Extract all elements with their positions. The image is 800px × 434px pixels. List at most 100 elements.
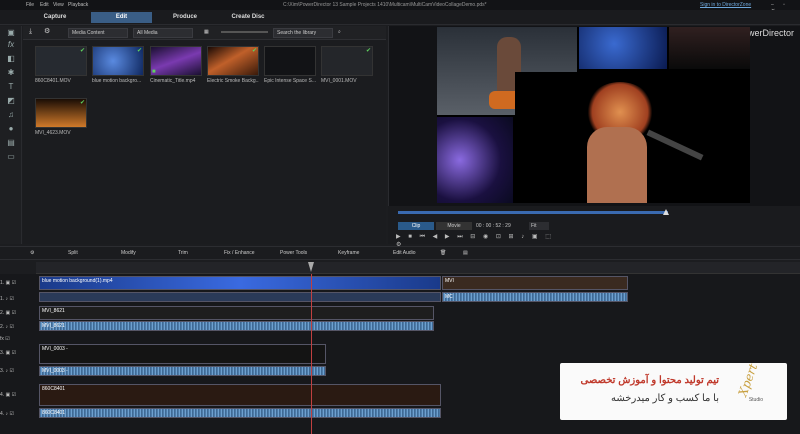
track-header: 1. ♪ ☑ bbox=[0, 296, 14, 302]
clip-label: MVI_8621 bbox=[42, 323, 65, 329]
library-item-label: Epic Intense Space S... bbox=[264, 78, 316, 84]
clip-label: MVI_0003 - bbox=[42, 346, 68, 352]
video-clip[interactable]: blue motion background(1).mp4 bbox=[39, 276, 441, 290]
clip-label: 860C8401 bbox=[42, 386, 66, 392]
library-item-label: Cinematic_Title.mp4 bbox=[150, 78, 196, 84]
playback-scrubber[interactable] bbox=[398, 211, 668, 214]
title-room-icon[interactable]: T bbox=[6, 82, 16, 92]
power-tools-button[interactable]: Power Tools bbox=[280, 250, 307, 256]
thumbnail: ✔ bbox=[35, 46, 87, 76]
track-number: 3. bbox=[0, 350, 5, 356]
watermark-line2: با ما کسب و کار میدرخشه bbox=[610, 393, 719, 404]
tab-produce[interactable]: Produce bbox=[160, 12, 210, 23]
track-number: 4. bbox=[0, 411, 5, 417]
thumbnail: ✔ bbox=[321, 46, 373, 76]
movie-mode-tab[interactable]: Movie bbox=[436, 222, 472, 230]
title-bar: File Edit View Playback C:\Xim\PowerDire… bbox=[0, 0, 800, 14]
transport-buttons[interactable]: ▶ ■ ⏮ ◀ ▶ ⏭ ⊟ ◉ ⊡ ⊞ ♪ ▣ ⬚ ⚙ bbox=[396, 233, 566, 248]
keyframe-button[interactable]: Keyframe bbox=[338, 250, 359, 256]
signin-link[interactable]: Sign in to DirectorZone bbox=[700, 2, 751, 8]
fix-enhance-button[interactable]: Fix / Enhance bbox=[224, 250, 255, 256]
pip-room-icon[interactable]: ◧ bbox=[6, 54, 16, 64]
menu-playback[interactable]: Playback bbox=[68, 2, 88, 8]
clip-label: MVI_0003 - bbox=[42, 368, 68, 374]
timeline-tools-icon[interactable]: ⚙ bbox=[30, 250, 34, 256]
watermark-logo-sub: Studio bbox=[748, 397, 763, 403]
tab-edit[interactable]: Edit bbox=[91, 12, 152, 23]
tab-create-disc[interactable]: Create Disc bbox=[218, 12, 278, 23]
view-mode-icon[interactable]: ▦ bbox=[201, 28, 211, 38]
timeline-ruler[interactable] bbox=[36, 262, 800, 274]
particle-room-icon[interactable]: ✱ bbox=[6, 68, 16, 78]
import-icon[interactable]: ⤓ bbox=[26, 28, 38, 38]
track-header: 1. ▣ ☑ bbox=[0, 280, 17, 286]
timecode[interactable]: 00 : 00 : 52 : 29 bbox=[476, 222, 526, 230]
preview-video[interactable] bbox=[437, 27, 750, 203]
track-number: 3. bbox=[0, 368, 5, 374]
library-item[interactable]: ✔ 860C8401.MOV bbox=[35, 46, 87, 86]
library-item[interactable]: Epic Intense Space S... bbox=[264, 46, 316, 86]
chapter-room-icon[interactable]: ▤ bbox=[6, 138, 16, 148]
track-number: 2. bbox=[0, 310, 5, 316]
library-item[interactable]: ✔ blue motion backgro... bbox=[92, 46, 144, 86]
collage-main-cell bbox=[515, 72, 750, 203]
subtitle-room-icon[interactable]: ▭ bbox=[6, 152, 16, 162]
more-icon[interactable]: ▤ bbox=[463, 250, 468, 256]
library-item-label: blue motion backgro... bbox=[92, 78, 142, 84]
audio-clip[interactable]: MVI_0003 - bbox=[39, 366, 326, 376]
playhead-line bbox=[311, 274, 312, 434]
fit-select[interactable]: Fit bbox=[529, 222, 549, 230]
track-number: 1. bbox=[0, 296, 5, 302]
video-clip[interactable]: MVI bbox=[442, 276, 628, 290]
video-clip[interactable]: MVI_8621 bbox=[39, 306, 434, 320]
menu-view[interactable]: View bbox=[53, 2, 64, 8]
library-toolbar: ⤓ ⚙ Media Content All Media ▦ Search the… bbox=[23, 26, 386, 40]
thumbnail-size-slider[interactable] bbox=[218, 28, 268, 38]
track-number: fx bbox=[0, 336, 4, 342]
trim-button[interactable]: Trim bbox=[178, 250, 188, 256]
voice-over-icon[interactable]: ● bbox=[6, 124, 16, 134]
track-header: 4. ▣ ☑ bbox=[0, 392, 17, 398]
transition-room-icon[interactable]: ◩ bbox=[6, 96, 16, 106]
menu-edit[interactable]: Edit bbox=[40, 2, 49, 8]
library-item[interactable]: ■ Cinematic_Title.mp4 bbox=[150, 46, 202, 86]
search-icon[interactable]: ⌕ bbox=[335, 28, 345, 38]
audio-mixer-icon[interactable]: ♫ bbox=[6, 110, 16, 120]
playhead[interactable] bbox=[308, 262, 314, 272]
tab-capture[interactable]: Capture bbox=[30, 12, 80, 23]
search-input[interactable]: Search the library bbox=[273, 28, 333, 38]
media-library: ✔ 860C8401.MOV ✔ blue motion backgro... … bbox=[23, 40, 386, 244]
media-filter-select[interactable]: All Media bbox=[133, 28, 193, 38]
library-item-label: Electric Smoke Backg... bbox=[207, 78, 259, 84]
library-item[interactable]: ✔ MVI_4623.MOV bbox=[35, 98, 87, 138]
audio-clip[interactable]: 860C8401 bbox=[39, 408, 441, 418]
audio-clip[interactable]: MVI_8621 bbox=[39, 321, 434, 331]
collage-cell-purple bbox=[437, 117, 513, 203]
split-button[interactable]: Split bbox=[68, 250, 78, 256]
in-use-check-icon: ✔ bbox=[79, 100, 85, 106]
audio-clip[interactable] bbox=[39, 292, 441, 302]
track-header: 2. ▣ ☑ bbox=[0, 310, 17, 316]
clip-mode-tab[interactable]: Clip bbox=[398, 222, 434, 230]
library-item[interactable]: ✔ MVI_0001.MOV bbox=[321, 46, 373, 86]
video-clip[interactable]: 860C8401 bbox=[39, 384, 441, 406]
modify-button[interactable]: Modify bbox=[121, 250, 136, 256]
delete-icon[interactable]: 🗑 bbox=[440, 250, 446, 256]
content-filter-select[interactable]: Media Content bbox=[68, 28, 128, 38]
audio-clip[interactable]: MC bbox=[442, 292, 628, 302]
menu-file[interactable]: File bbox=[26, 2, 34, 8]
track-header: 3. ▣ ☑ bbox=[0, 350, 17, 356]
clip-label: MVI_8621 bbox=[42, 308, 65, 314]
plugins-icon[interactable]: ⚙ bbox=[41, 28, 53, 38]
fx-room-icon[interactable]: fx bbox=[6, 40, 16, 50]
video-clip[interactable]: MVI_0003 - bbox=[39, 344, 326, 364]
library-item[interactable]: ✔ Electric Smoke Backg... bbox=[207, 46, 259, 86]
clip-label: MVI bbox=[445, 278, 454, 284]
library-item-label: MVI_4623.MOV bbox=[35, 130, 71, 136]
mode-bar: Capture Edit Produce Create Disc bbox=[0, 10, 800, 25]
collage-cell-stage bbox=[669, 27, 750, 69]
library-item-label: 860C8401.MOV bbox=[35, 78, 71, 84]
edit-audio-button[interactable]: Edit Audio bbox=[393, 250, 416, 256]
in-use-check-icon: ✔ bbox=[365, 48, 371, 54]
media-room-icon[interactable]: ▣ bbox=[6, 28, 16, 38]
